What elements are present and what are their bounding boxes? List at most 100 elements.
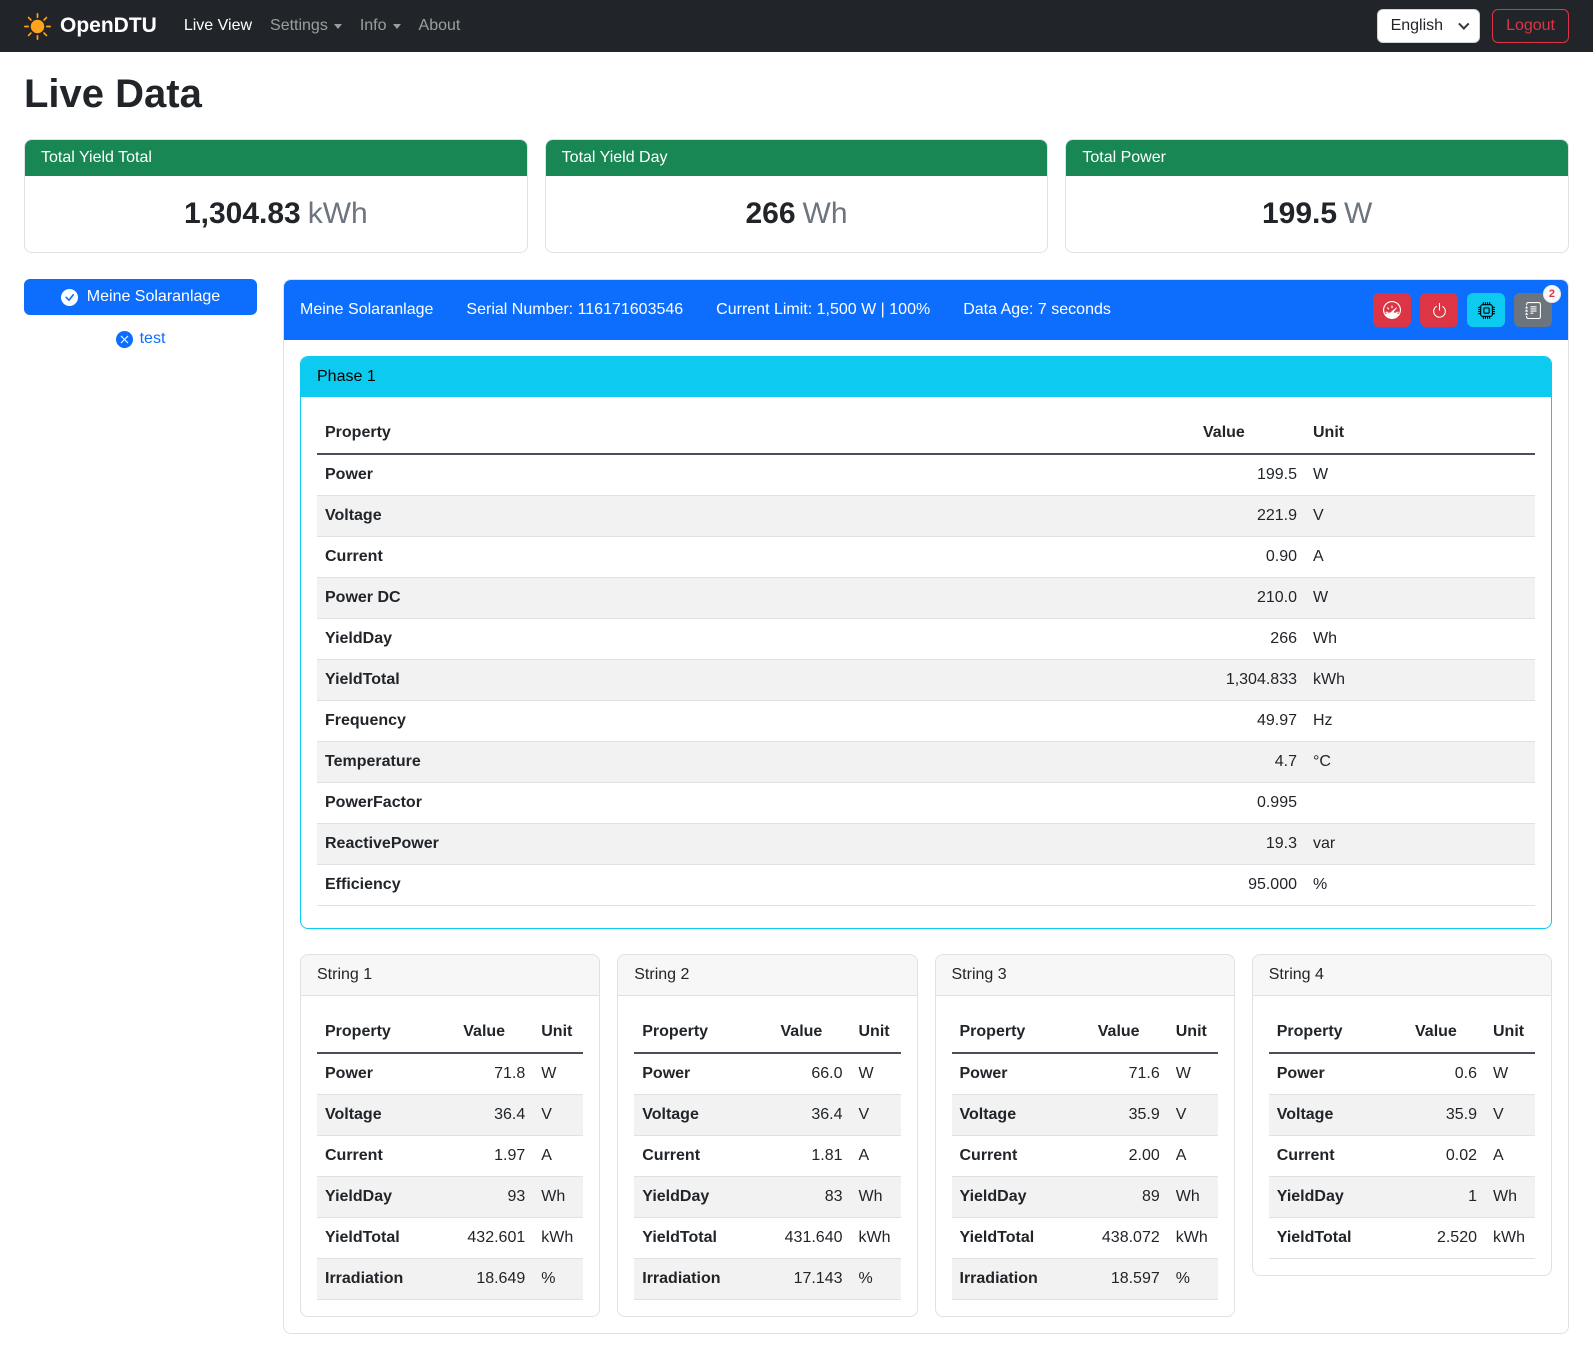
row-value: 438.072 <box>1090 1218 1168 1259</box>
content-row: Meine Solaranlage test Meine Solaranlage… <box>24 279 1569 1334</box>
page-title: Live Data <box>24 72 1569 117</box>
nav-live-view[interactable]: Live View <box>175 9 261 43</box>
inverter-card-body: Phase 1 Property Value Unit <box>284 340 1568 1333</box>
row-value: 2.00 <box>1090 1136 1168 1177</box>
row-property: Power DC <box>317 578 1195 619</box>
inverter-card: Meine Solaranlage Serial Number: 1161716… <box>283 279 1569 1334</box>
row-value: 199.5 <box>1195 454 1305 496</box>
row-value: 432.601 <box>455 1218 533 1259</box>
brand-link[interactable]: OpenDTU <box>24 13 157 40</box>
row-value: 35.9 <box>1090 1095 1168 1136</box>
row-unit: kWh <box>1168 1218 1218 1259</box>
row-property: Voltage <box>952 1095 1090 1136</box>
row-unit: V <box>851 1095 901 1136</box>
summary-value: 266 <box>745 197 795 230</box>
row-unit: kWh <box>1485 1218 1535 1259</box>
string-card-3: String 3 Property Value Unit <box>935 954 1235 1317</box>
row-property: Current <box>317 537 1195 578</box>
string-card-body: Property Value Unit Power <box>618 996 916 1300</box>
row-value: 4.7 <box>1195 742 1305 783</box>
nav-about[interactable]: About <box>410 9 470 43</box>
row-unit: Wh <box>851 1177 901 1218</box>
column-header-property: Property <box>1269 1012 1407 1053</box>
nav-about-label: About <box>419 17 461 35</box>
row-property: Irradiation <box>952 1259 1090 1300</box>
row-value: 0.995 <box>1195 783 1305 824</box>
table-row: YieldTotal 2.520 kWh <box>1269 1218 1535 1259</box>
row-unit: kWh <box>533 1218 583 1259</box>
event-log-button[interactable]: 2 <box>1514 293 1552 327</box>
table-row: Voltage 221.9 V <box>317 496 1535 537</box>
check-circle-icon <box>61 289 78 306</box>
table-row: Current 0.90 A <box>317 537 1535 578</box>
row-property: YieldTotal <box>317 660 1195 701</box>
row-property: Power <box>1269 1053 1407 1095</box>
phase-panel-header: Phase 1 <box>301 357 1551 397</box>
row-value: 17.143 <box>773 1259 851 1300</box>
table-row: Power 199.5 W <box>317 454 1535 496</box>
string-card-2: String 2 Property Value Unit <box>617 954 917 1317</box>
table-row: Power 71.8 W <box>317 1053 583 1095</box>
column-header-value: Value <box>1407 1012 1485 1053</box>
row-value: 266 <box>1195 619 1305 660</box>
row-unit: % <box>1168 1259 1218 1300</box>
table-row: Current 1.97 A <box>317 1136 583 1177</box>
row-property: Efficiency <box>317 865 1195 906</box>
row-unit: V <box>1305 496 1535 537</box>
summary-unit: Wh <box>803 197 848 230</box>
summary-card-body: 266Wh <box>546 176 1048 252</box>
inverter-serial: Serial Number: 116171603546 <box>466 301 683 319</box>
summary-card-header: Total Yield Total <box>25 140 527 176</box>
row-unit: % <box>851 1259 901 1300</box>
row-property: Voltage <box>634 1095 772 1136</box>
inverter-sidebar: Meine Solaranlage test <box>24 279 257 348</box>
table-row: YieldTotal 1,304.833 kWh <box>317 660 1535 701</box>
row-property: YieldDay <box>952 1177 1090 1218</box>
string-table: Property Value Unit Power <box>317 1012 583 1300</box>
limit-settings-button[interactable] <box>1373 293 1411 327</box>
row-unit: var <box>1305 824 1535 865</box>
sidebar-item-test[interactable]: test <box>24 330 257 348</box>
row-unit: V <box>533 1095 583 1136</box>
nav-settings[interactable]: Settings <box>261 9 351 43</box>
row-value: 1.97 <box>455 1136 533 1177</box>
x-circle-icon <box>116 331 133 348</box>
summary-card-body: 1,304.83kWh <box>25 176 527 252</box>
row-value: 2.520 <box>1407 1218 1485 1259</box>
column-header-property: Property <box>317 1012 455 1053</box>
row-property: Voltage <box>317 496 1195 537</box>
cpu-icon <box>1478 302 1495 319</box>
row-unit: W <box>533 1053 583 1095</box>
row-property: Voltage <box>1269 1095 1407 1136</box>
table-header-row: Property Value Unit <box>317 413 1535 454</box>
language-select[interactable]: English <box>1377 9 1480 43</box>
column-header-property: Property <box>634 1012 772 1053</box>
nav-settings-label: Settings <box>270 17 328 35</box>
logout-button[interactable]: Logout <box>1492 9 1569 43</box>
row-property: YieldTotal <box>634 1218 772 1259</box>
row-value: 36.4 <box>773 1095 851 1136</box>
summary-card-total-yield-total: Total Yield Total 1,304.83kWh <box>24 139 528 253</box>
row-value: 210.0 <box>1195 578 1305 619</box>
table-row: YieldDay 89 Wh <box>952 1177 1218 1218</box>
row-property: Current <box>952 1136 1090 1177</box>
row-property: Voltage <box>317 1095 455 1136</box>
table-row: Efficiency 95.000 % <box>317 865 1535 906</box>
row-unit: % <box>533 1259 583 1300</box>
phase-panel: Phase 1 Property Value Unit <box>300 356 1552 929</box>
device-info-button[interactable] <box>1467 293 1505 327</box>
nav-live-view-label: Live View <box>184 17 252 35</box>
table-row: Irradiation 18.649 % <box>317 1259 583 1300</box>
column-header-unit: Unit <box>1168 1012 1218 1053</box>
nav-info[interactable]: Info <box>351 9 410 43</box>
power-icon <box>1431 302 1448 319</box>
row-property: Power <box>952 1053 1090 1095</box>
power-control-button[interactable] <box>1420 293 1458 327</box>
table-row: PowerFactor 0.995 <box>317 783 1535 824</box>
string-table: Property Value Unit Power <box>952 1012 1218 1300</box>
inverter-select-button[interactable]: Meine Solaranlage <box>24 279 257 315</box>
sun-logo-icon <box>24 13 51 40</box>
string-table: Property Value Unit Power <box>634 1012 900 1300</box>
column-header-unit: Unit <box>533 1012 583 1053</box>
table-row: Voltage 36.4 V <box>317 1095 583 1136</box>
